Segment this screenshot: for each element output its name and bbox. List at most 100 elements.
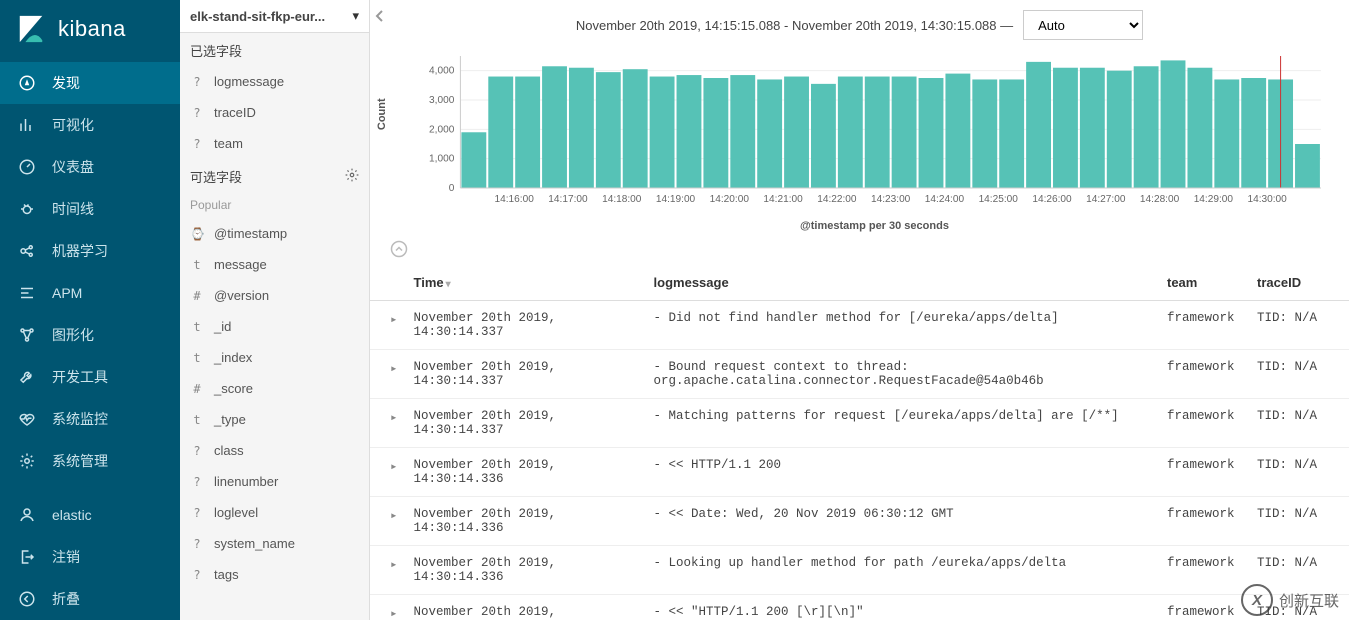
cell-traceid: TID: N/A [1249,546,1349,595]
field-type-icon: ? [190,537,204,551]
gear-icon [16,450,38,472]
field-@version[interactable]: #@version [180,280,369,311]
expand-row-icon[interactable]: ▸ [370,595,406,620]
selected-fields-title: 已选字段 [180,33,369,66]
heart-icon [16,408,38,430]
nav-item-apm[interactable]: APM [0,272,180,314]
svg-text:14:16:00: 14:16:00 [495,194,535,205]
table-row[interactable]: ▸November 20th 2019, 14:30:14.337- Match… [370,399,1349,448]
ml-icon [16,240,38,262]
apm-icon [16,282,38,304]
cell-logmessage: - Matching patterns for request [/eureka… [646,399,1159,448]
nav-item-gauge[interactable]: 仪表盘 [0,146,180,188]
nav-item-bar[interactable]: 可视化 [0,104,180,146]
nav-item-bug[interactable]: 时间线 [0,188,180,230]
svg-text:0: 0 [449,183,455,194]
field-_type[interactable]: t_type [180,404,369,435]
interval-select[interactable]: Auto [1023,10,1143,40]
nav-item-user[interactable]: elastic [0,494,180,536]
cell-time: November 20th 2019, 14:30:14.337 [406,350,646,399]
field-type-icon: t [190,320,204,334]
nav-item-ml[interactable]: 机器学习 [0,230,180,272]
bar-icon [16,114,38,136]
collapse-chart-icon[interactable] [370,236,1349,265]
field-logmessage[interactable]: ?logmessage [180,66,369,97]
table-row[interactable]: ▸November 20th 2019, 14:30:14.337- Did n… [370,301,1349,350]
histogram-chart[interactable]: Count 01,0002,0003,0004,00014:16:0014:17… [370,44,1349,236]
svg-text:14:21:00: 14:21:00 [763,194,803,205]
field-system_name[interactable]: ?system_name [180,528,369,559]
field-type-icon: ? [190,568,204,582]
expand-row-icon[interactable]: ▸ [370,497,406,546]
nav-item-compass[interactable]: 发现 [0,62,180,104]
cell-time: November 20th 2019, 14:30:14.336 [406,546,646,595]
wrench-icon [16,366,38,388]
field-type-icon: ? [190,475,204,489]
field-@timestamp[interactable]: ⌚@timestamp [180,218,369,249]
field-_id[interactable]: t_id [180,311,369,342]
svg-text:14:17:00: 14:17:00 [548,194,588,205]
nav-item-heart[interactable]: 系统监控 [0,398,180,440]
field-linenumber[interactable]: ?linenumber [180,466,369,497]
cell-logmessage: - Bound request context to thread: org.a… [646,350,1159,399]
cell-time: November 20th 2019, 14:30:14.336 [406,595,646,620]
field-type-icon: t [190,258,204,272]
nav-item-logout[interactable]: 注销 [0,536,180,578]
svg-text:14:27:00: 14:27:00 [1086,194,1126,205]
cell-logmessage: - << HTTP/1.1 200 [646,448,1159,497]
collapse-icon [16,588,38,610]
column-traceid[interactable]: traceID [1249,265,1349,301]
field-type-icon: t [190,351,204,365]
gear-icon[interactable] [345,168,359,185]
column-team[interactable]: team [1159,265,1249,301]
field-type-icon: # [190,289,204,303]
field-traceID[interactable]: ?traceID [180,97,369,128]
index-pattern-select[interactable]: elk-stand-sit-fkp-eur... ▾ [180,0,369,33]
cell-team: framework [1159,546,1249,595]
user-icon [16,504,38,526]
svg-text:14:19:00: 14:19:00 [656,194,696,205]
nav-item-wrench[interactable]: 开发工具 [0,356,180,398]
table-row[interactable]: ▸November 20th 2019, 14:30:14.336- << Da… [370,497,1349,546]
field-type-icon: ? [190,75,204,89]
cell-logmessage: - Looking up handler method for path /eu… [646,546,1159,595]
field-tags[interactable]: ?tags [180,559,369,590]
cell-logmessage: - Did not find handler method for [/eure… [646,301,1159,350]
nav-item-graph[interactable]: 图形化 [0,314,180,356]
left-nav: kibana 发现可视化仪表盘时间线机器学习APM图形化开发工具系统监控系统管理… [0,0,180,620]
expand-row-icon[interactable]: ▸ [370,350,406,399]
main-panel: November 20th 2019, 14:15:15.088 - Novem… [370,0,1349,620]
field-message[interactable]: tmessage [180,249,369,280]
field-class[interactable]: ?class [180,435,369,466]
graph-icon [16,324,38,346]
collapse-sidebar-icon[interactable] [372,8,388,24]
expand-row-icon[interactable]: ▸ [370,546,406,595]
column-time[interactable]: Time▾ [406,265,646,301]
table-row[interactable]: ▸November 20th 2019, 14:30:14.336 - << "… [370,595,1349,620]
field-loglevel[interactable]: ?loglevel [180,497,369,528]
popular-label: Popular [180,192,369,218]
column-logmessage[interactable]: logmessage [646,265,1159,301]
field-_index[interactable]: t_index [180,342,369,373]
table-row[interactable]: ▸November 20th 2019, 14:30:14.336- Looki… [370,546,1349,595]
log-table: Time▾ logmessage team traceID ▸November … [370,265,1349,620]
expand-row-icon[interactable]: ▸ [370,301,406,350]
available-fields-title: 可选字段 [180,159,369,192]
table-row[interactable]: ▸November 20th 2019, 14:30:14.337- Bound… [370,350,1349,399]
fields-sidebar: elk-stand-sit-fkp-eur... ▾ 已选字段 ?logmess… [180,0,370,620]
expand-row-icon[interactable]: ▸ [370,448,406,497]
field-type-icon: ⌚ [190,227,204,241]
field-_score[interactable]: #_score [180,373,369,404]
svg-text:2,000: 2,000 [429,124,455,135]
cell-traceid: TID: N/A [1249,350,1349,399]
chart-xlabel: @timestamp per 30 seconds [420,220,1329,232]
kibana-logo[interactable]: kibana [0,0,180,62]
brand-text: kibana [58,16,126,42]
expand-row-icon[interactable]: ▸ [370,399,406,448]
cell-traceid: TID: N/A [1249,448,1349,497]
nav-item-collapse[interactable]: 折叠 [0,578,180,620]
table-row[interactable]: ▸November 20th 2019, 14:30:14.336- << HT… [370,448,1349,497]
nav-item-gear[interactable]: 系统管理 [0,440,180,482]
field-team[interactable]: ?team [180,128,369,159]
sort-desc-icon: ▾ [446,279,451,290]
